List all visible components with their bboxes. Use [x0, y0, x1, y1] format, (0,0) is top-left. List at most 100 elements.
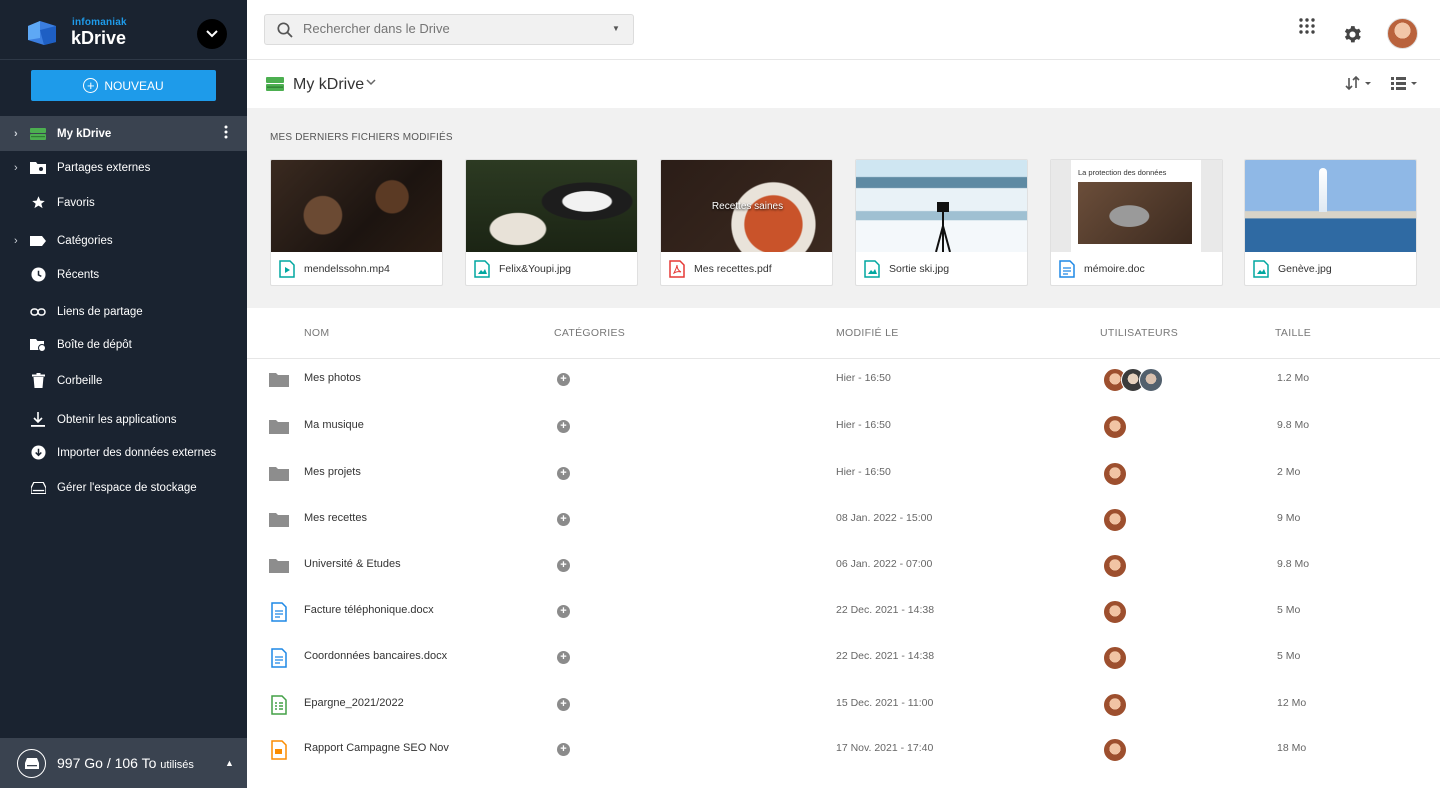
- dropbox-folder-icon: [30, 337, 46, 353]
- add-category-icon[interactable]: +: [557, 559, 570, 572]
- file-size: 5 Mo: [1277, 650, 1301, 662]
- recent-file-card[interactable]: mendelssohn.mp4: [270, 159, 443, 286]
- kdrive-logo-icon: [28, 21, 56, 45]
- more-vertical-icon[interactable]: [224, 125, 232, 142]
- column-header-size[interactable]: TAILLE: [1275, 327, 1311, 339]
- file-table-header: NOM CATÉGORIES MODIFIÉ LE UTILISATEURS T…: [247, 308, 1440, 359]
- file-size: 18 Mo: [1277, 742, 1307, 754]
- avatar: [1103, 554, 1127, 578]
- sidebar: infomaniak kDrive + NOUVEAU › My kDrive …: [0, 0, 247, 788]
- chevron-right-icon[interactable]: ›: [14, 128, 24, 140]
- modified-date: Hier - 16:50: [836, 372, 891, 384]
- pdf-thumbnail: Recettes saines: [661, 160, 832, 252]
- chevron-right-icon[interactable]: ›: [14, 235, 24, 247]
- recent-file-card[interactable]: Felix&Youpi.jpg: [465, 159, 638, 286]
- table-row[interactable]: Université & Etudes + 06 Jan. 2022 - 07:…: [247, 543, 1440, 589]
- table-row[interactable]: Rapport Campagne SEO Nov + 17 Nov. 2021 …: [247, 727, 1440, 773]
- gear-icon[interactable]: [1342, 24, 1363, 45]
- add-category-icon[interactable]: +: [557, 373, 570, 386]
- search-icon: [277, 22, 293, 38]
- add-category-icon[interactable]: +: [557, 513, 570, 526]
- column-header-name[interactable]: NOM: [304, 327, 329, 339]
- avatar: [1139, 368, 1163, 392]
- search-bar[interactable]: ▼: [264, 14, 634, 45]
- sidebar-item-favorites[interactable]: Favoris: [0, 185, 247, 220]
- chevron-down-icon[interactable]: [366, 79, 376, 86]
- file-name: Rapport Campagne SEO Nov: [304, 742, 449, 754]
- table-row[interactable]: Mes recettes + 08 Jan. 2022 - 15:00 9 Mo: [247, 497, 1440, 543]
- sidebar-item-label: Liens de partage: [57, 305, 143, 318]
- drive-switcher-button[interactable]: [197, 19, 227, 49]
- caret-up-icon[interactable]: ▲: [225, 758, 234, 768]
- thumbnail-text: Recettes saines: [711, 200, 784, 212]
- recent-file-card[interactable]: Recettes saines Mes recettes.pdf: [660, 159, 833, 286]
- table-row[interactable]: Mes photos + Hier - 16:50 1.2 Mo: [247, 357, 1440, 403]
- file-name: mendelssohn.mp4: [304, 263, 390, 275]
- add-category-icon[interactable]: +: [557, 420, 570, 433]
- add-category-icon[interactable]: +: [557, 743, 570, 756]
- add-category-icon[interactable]: +: [557, 651, 570, 664]
- sidebar-item-label: Obtenir les applications: [57, 413, 177, 426]
- user-avatar[interactable]: [1387, 18, 1418, 49]
- plus-circle-icon: +: [83, 78, 99, 93]
- presentation-file-icon: [271, 740, 287, 760]
- recent-file-card[interactable]: La protection des données mémoire.doc: [1050, 159, 1223, 286]
- product-name: kDrive: [71, 28, 127, 48]
- import-icon: [30, 445, 46, 461]
- new-button[interactable]: + NOUVEAU: [31, 70, 216, 101]
- link-icon: [30, 304, 46, 320]
- folder-icon: [269, 373, 289, 387]
- column-header-users[interactable]: UTILISATEURS: [1100, 327, 1178, 339]
- sidebar-item-external-shares[interactable]: › Partages externes: [0, 150, 247, 185]
- hard-drive-icon: [17, 748, 46, 778]
- table-row[interactable]: Ma musique + Hier - 16:50 9.8 Mo: [247, 404, 1440, 450]
- table-row[interactable]: Facture téléphonique.docx + 22 Dec. 2021…: [247, 589, 1440, 635]
- table-row[interactable]: Mes projets + Hier - 16:50 2 Mo: [247, 451, 1440, 497]
- image-thumbnail: [856, 160, 1027, 252]
- image-thumbnail: [466, 160, 637, 252]
- apps-grid-icon[interactable]: [1299, 18, 1315, 34]
- recent-file-card[interactable]: Genève.jpg: [1244, 159, 1417, 286]
- sidebar-item-import[interactable]: Importer des données externes: [0, 435, 247, 470]
- image-file-icon: [1253, 260, 1269, 278]
- add-category-icon[interactable]: +: [557, 467, 570, 480]
- file-name: Mes photos: [304, 372, 361, 384]
- sidebar-item-trash[interactable]: Corbeille: [0, 363, 247, 398]
- list-view-icon[interactable]: [1390, 75, 1420, 91]
- folder-icon: [269, 467, 289, 481]
- column-header-modified[interactable]: MODIFIÉ LE: [836, 327, 899, 339]
- image-thumbnail: [1245, 160, 1416, 252]
- search-options-caret-icon[interactable]: ▼: [612, 24, 620, 33]
- sidebar-item-recents[interactable]: Récents: [0, 257, 247, 292]
- laptop-image: [1078, 182, 1192, 244]
- sidebar-item-label: Partages externes: [57, 161, 151, 174]
- avatar: [1103, 600, 1127, 624]
- sidebar-item-dropbox[interactable]: Boîte de dépôt: [0, 327, 247, 362]
- chevron-right-icon[interactable]: ›: [14, 162, 24, 174]
- doc-file-icon: [1059, 260, 1075, 278]
- drive-icon: [30, 126, 46, 142]
- sort-icon[interactable]: [1345, 75, 1373, 91]
- table-row[interactable]: Epargne_2021/2022 + 15 Dec. 2021 - 11:00…: [247, 682, 1440, 728]
- avatar: [1103, 508, 1127, 532]
- sidebar-item-get-apps[interactable]: Obtenir les applications: [0, 402, 247, 437]
- breadcrumb-bar: My kDrive: [247, 61, 1440, 108]
- sidebar-item-categories[interactable]: › Catégories: [0, 223, 247, 258]
- file-name: Ma musique: [304, 419, 364, 431]
- search-input[interactable]: [303, 21, 603, 36]
- table-row[interactable]: Coordonnées bancaires.docx + 22 Dec. 202…: [247, 635, 1440, 681]
- add-category-icon[interactable]: +: [557, 698, 570, 711]
- page-title[interactable]: My kDrive: [293, 76, 364, 94]
- star-icon: [30, 195, 46, 211]
- sidebar-item-storage[interactable]: Gérer l'espace de stockage: [0, 470, 247, 505]
- shared-folder-icon: [30, 160, 46, 176]
- column-header-categories[interactable]: CATÉGORIES: [554, 327, 625, 339]
- storage-usage[interactable]: 997 Go / 106 To utilisés ▲: [0, 738, 247, 788]
- file-name: Mes recettes.pdf: [694, 263, 772, 275]
- sidebar-item-my-kdrive[interactable]: › My kDrive: [0, 116, 247, 151]
- add-category-icon[interactable]: +: [557, 605, 570, 618]
- company-name: infomaniak: [72, 17, 127, 28]
- sidebar-item-share-links[interactable]: Liens de partage: [0, 294, 247, 329]
- file-size: 1.2 Mo: [1277, 372, 1310, 384]
- recent-file-card[interactable]: Sortie ski.jpg: [855, 159, 1028, 286]
